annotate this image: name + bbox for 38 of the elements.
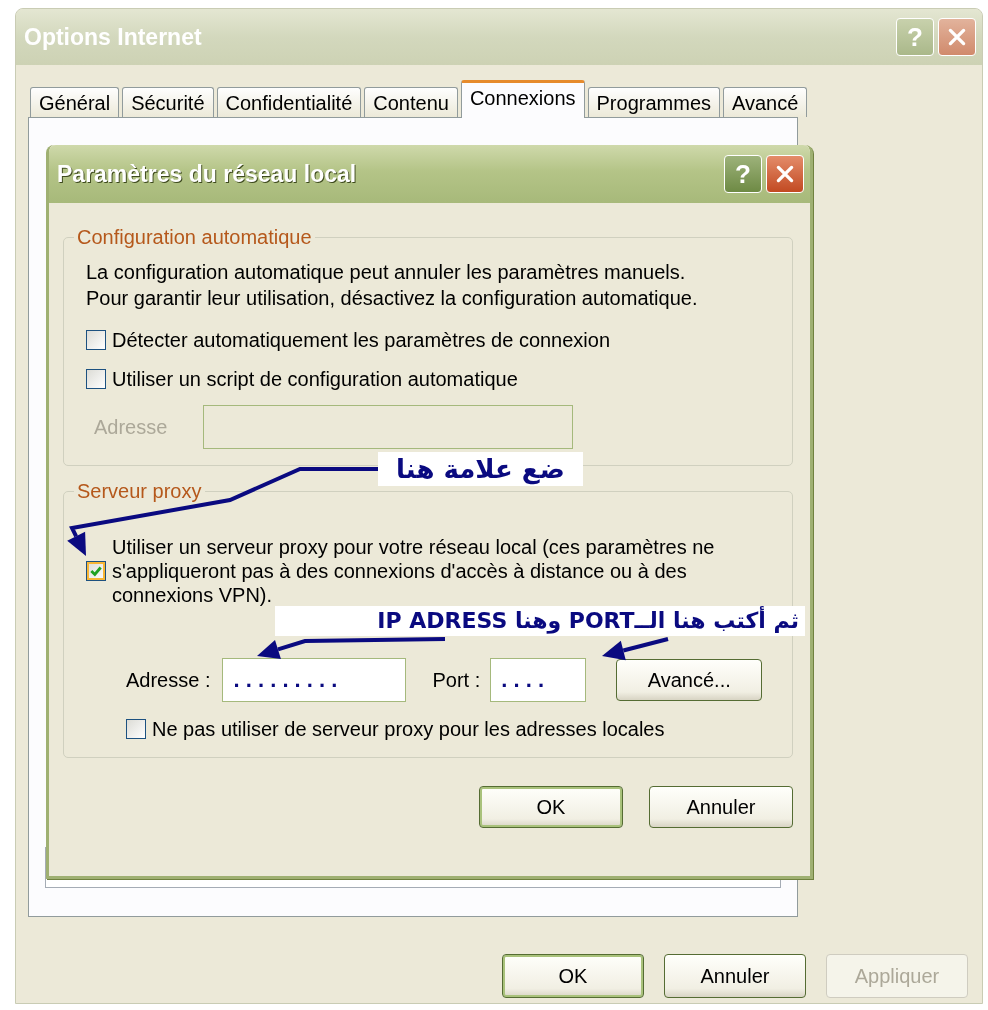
checkbox-label[interactable]: Utiliser un script de configuration automatique — [112, 366, 518, 392]
checkbox[interactable] — [86, 561, 106, 581]
close-button[interactable] — [938, 18, 976, 56]
field-label: Port : — [432, 668, 481, 692]
field-label: Adresse : — [126, 668, 211, 692]
tab[interactable]: Avancé — [723, 87, 808, 117]
checkbox[interactable] — [86, 330, 106, 350]
window-title: Options Internet — [24, 23, 202, 51]
description-text: La configuration automatique peut annuler les paramètres manuels. Pour garantir leur utilisation, désactivez la configuration automatique. — [86, 260, 699, 311]
close-icon — [946, 26, 968, 48]
tab[interactable]: Connexions — [460, 80, 585, 118]
checkbox-label[interactable]: Utiliser un serveur proxy pour votre réseau local (ces paramètres ne s'appliqueront pas à des connexions d'accès à distance ou à des connexions VPN). — [112, 535, 778, 607]
checkbox[interactable] — [86, 369, 106, 389]
checkbox-label[interactable]: Détecter automatiquement les paramètres de connexion — [112, 327, 611, 353]
dialog-button[interactable]: OK — [502, 954, 644, 998]
annotation-label: ثم أكتب هنا الــPORT وهنا IP ADRESS — [275, 606, 805, 636]
tab[interactable]: Contenu — [364, 87, 458, 117]
tab[interactable]: Confidentialité — [216, 87, 362, 117]
dialog-button[interactable]: Annuler — [649, 786, 793, 828]
checkbox-label[interactable]: Ne pas utiliser de serveur proxy pour les adresses locales — [152, 716, 665, 742]
group-title: Configuration automatique — [76, 226, 313, 249]
tab[interactable]: Général — [30, 87, 120, 117]
input-field[interactable]: . . . . . . . . . — [222, 658, 407, 702]
close-icon — [774, 163, 796, 185]
annotation-label: ضع علامة هنا — [378, 452, 583, 486]
check-icon — [89, 564, 103, 578]
dialog-button[interactable]: Annuler — [664, 954, 806, 998]
advanced-button[interactable]: Avancé... — [616, 659, 763, 701]
dialog-button[interactable]: OK — [479, 786, 623, 828]
input-field[interactable]: . . . . — [490, 658, 587, 702]
field-label: Adresse — [94, 415, 168, 439]
arrow — [602, 637, 669, 661]
checkbox[interactable] — [126, 719, 146, 739]
close-button[interactable] — [766, 155, 804, 193]
group-title: Serveur proxy — [76, 480, 203, 503]
tab[interactable]: Programmes — [587, 87, 720, 117]
tab[interactable]: Sécurité — [122, 87, 214, 117]
dialog-title: Paramètres du réseau local — [57, 160, 357, 188]
